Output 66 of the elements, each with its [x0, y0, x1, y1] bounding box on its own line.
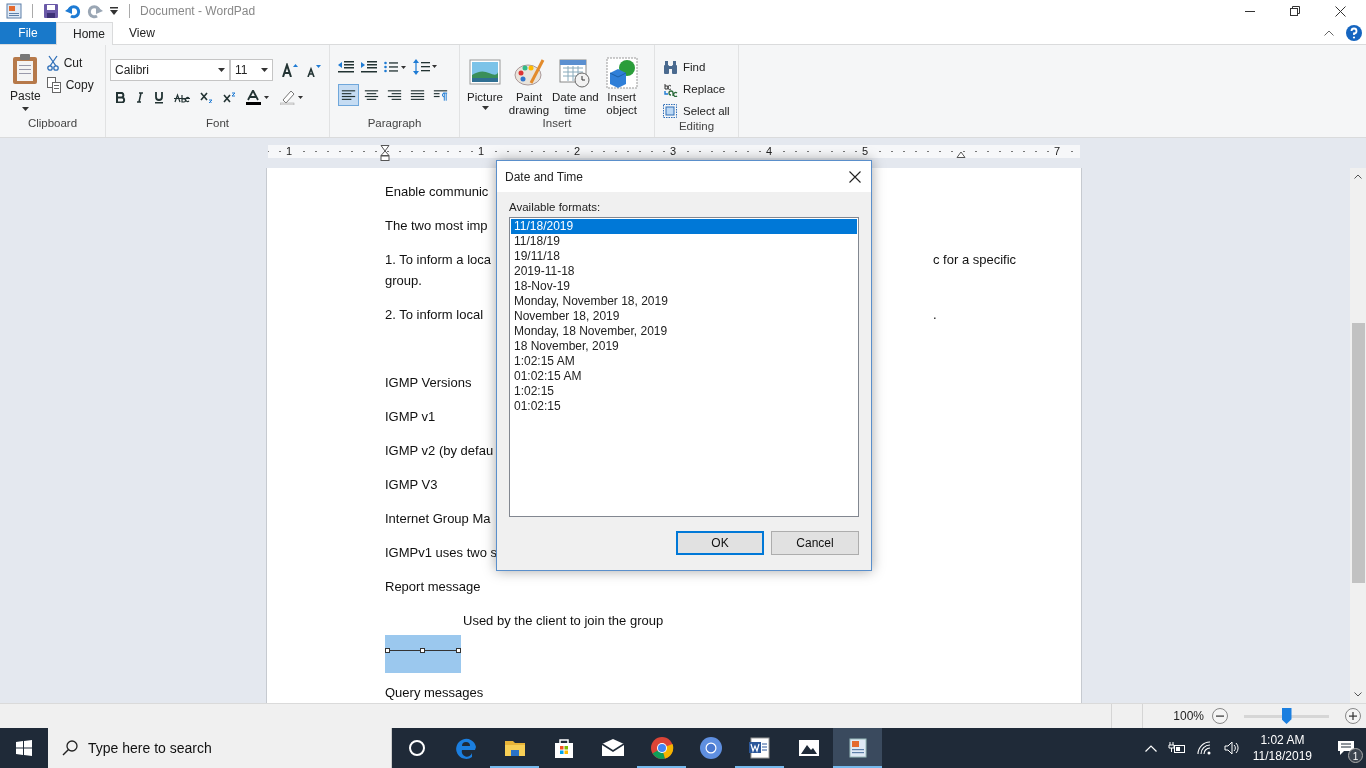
- taskbar-search-field[interactable]: Type here to search: [48, 728, 392, 768]
- ok-button[interactable]: OK: [676, 531, 764, 555]
- field-label: Available formats:: [509, 201, 602, 213]
- ribbon-tab[interactable]: View: [113, 22, 171, 44]
- document-text: Enable communic: [385, 183, 489, 201]
- insert-paint-button[interactable]: Paint drawing: [508, 57, 550, 117]
- window-title: Document - WordPad: [140, 4, 256, 18]
- document-text: Report message: [385, 578, 481, 596]
- insert-picture-button[interactable]: Picture: [464, 57, 506, 117]
- format-item[interactable]: 11/18/19: [511, 234, 857, 249]
- document-text: Used by the client to join the group: [463, 612, 664, 630]
- document-text: The two most imp: [385, 217, 488, 235]
- file-menu-button[interactable]: File: [0, 22, 56, 44]
- zoom-level: 100%: [1173, 709, 1204, 723]
- document-text: 1. To inform a loca: [385, 251, 491, 269]
- document-text: IGMP V3: [385, 476, 438, 494]
- cut-button[interactable]: Cut: [46, 54, 94, 72]
- document-text: .: [933, 306, 938, 324]
- format-item[interactable]: 1:02:15 AM: [511, 354, 857, 369]
- ruler-number: 1: [476, 145, 487, 158]
- copy-button[interactable]: Copy: [46, 76, 94, 94]
- format-item[interactable]: 2019-11-18: [511, 264, 857, 279]
- font-size-dropdown[interactable]: 11: [230, 59, 273, 81]
- ruler-number: 4: [764, 145, 775, 158]
- replace-button[interactable]: Replace: [663, 80, 738, 98]
- format-item[interactable]: 11/18/2019: [511, 219, 857, 234]
- clock[interactable]: 1:02 AM 11/18/2019: [1252, 728, 1312, 768]
- format-item[interactable]: Monday, November 18, 2019: [511, 294, 857, 309]
- ruler-number: 5: [860, 145, 871, 158]
- document-text: IGMP v2 (by defau: [385, 442, 494, 460]
- group-label: Insert: [541, 117, 573, 131]
- ruler-number: 2: [572, 145, 583, 158]
- insert-object-button[interactable]: Insert object: [600, 57, 643, 117]
- format-item[interactable]: 18 November, 2019: [511, 339, 857, 354]
- notifications-button[interactable]: 1: [1326, 728, 1366, 768]
- group-label: Paragraph: [366, 117, 423, 131]
- format-item[interactable]: Monday, 18 November, 2019: [511, 324, 857, 339]
- ribbon-tab[interactable]: Home: [56, 22, 113, 45]
- group-label: Editing: [677, 120, 716, 134]
- selectall-button[interactable]: Select all: [663, 102, 738, 120]
- document-text: Internet Group Ma: [385, 510, 491, 528]
- format-item[interactable]: 01:02:15: [511, 399, 857, 414]
- document-text: IGMPv1 uses two s: [385, 544, 497, 562]
- format-item[interactable]: 1:02:15: [511, 384, 857, 399]
- document-text: group.: [385, 272, 422, 290]
- document-text: IGMP v1: [385, 408, 436, 426]
- document-text: IGMP Versions: [385, 374, 472, 392]
- format-item[interactable]: 18-Nov-19: [511, 279, 857, 294]
- font-name-dropdown[interactable]: Calibri: [110, 59, 230, 81]
- group-label: Font: [205, 117, 230, 131]
- formats-list[interactable]: 11/18/2019 11/18/19 19/11/18 2019-11-18 18-Nov-19 Monday, November 18, 2019 November 18, 2019 Monday, 18 November, 2019 18 November, 2019 1:02:15 AM 01:02:15 AM 1:02:15 01:02:15: [509, 217, 859, 517]
- insert-datetime-button[interactable]: Date and time: [552, 57, 599, 117]
- dialog-title: Date and Time: [505, 169, 584, 184]
- ruler-number: 7: [1052, 145, 1063, 158]
- find-button[interactable]: Find: [663, 58, 738, 76]
- group-label: Clipboard: [26, 117, 79, 131]
- document-text: c for a specific: [933, 251, 1018, 269]
- format-item[interactable]: November 18, 2019: [511, 309, 857, 324]
- cancel-button[interactable]: Cancel: [771, 531, 859, 555]
- format-item[interactable]: 19/11/18: [511, 249, 857, 264]
- format-item[interactable]: 01:02:15 AM: [511, 369, 857, 384]
- document-text: 2. To inform local: [385, 306, 484, 324]
- ruler-number: 3: [668, 145, 679, 158]
- document-text: Query messages: [385, 684, 484, 702]
- paste-button[interactable]: Paste: [10, 49, 41, 117]
- ruler-number: 1: [284, 145, 295, 158]
